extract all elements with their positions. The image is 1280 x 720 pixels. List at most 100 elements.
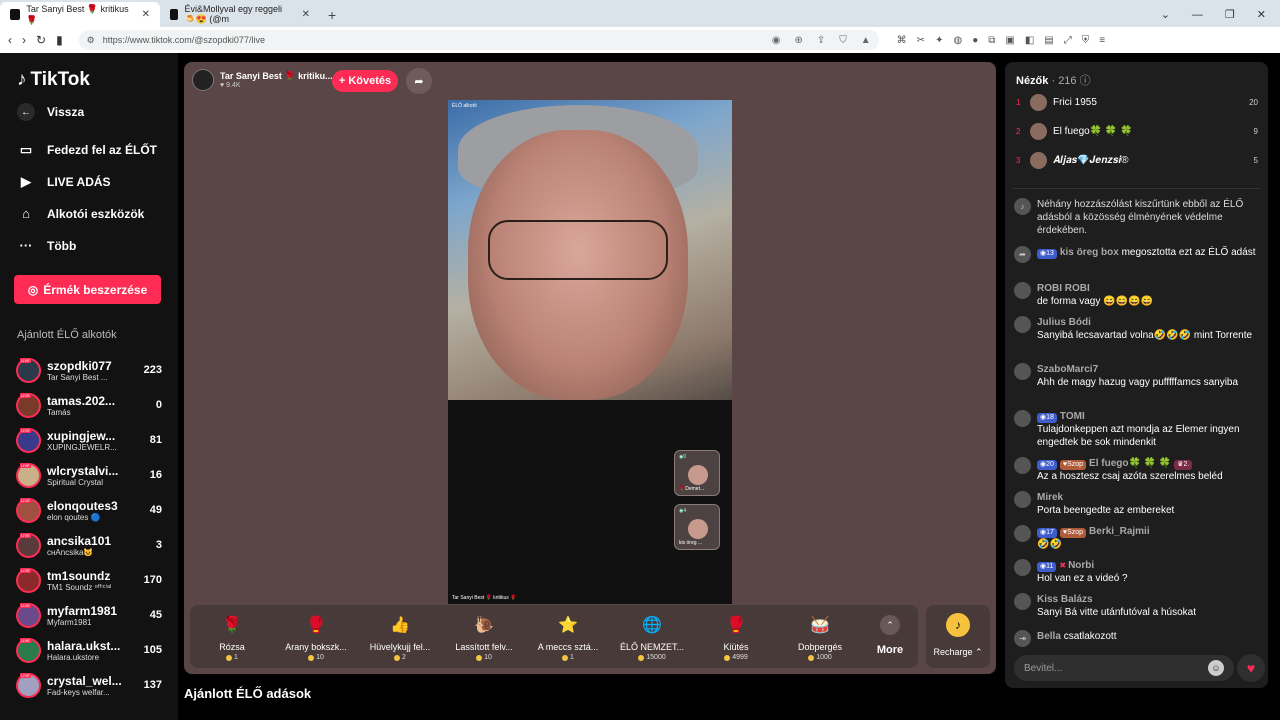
viewer-name: El fuego🍀 🍀 🍀 bbox=[1053, 126, 1133, 137]
user-avatar[interactable] bbox=[1014, 491, 1031, 508]
chat-username[interactable]: Bella bbox=[1037, 631, 1061, 642]
chat-username[interactable]: kis öreg box bbox=[1060, 247, 1119, 258]
chat-username[interactable]: ROBI ROBI bbox=[1037, 283, 1090, 294]
reload-icon[interactable]: ↻ bbox=[36, 33, 46, 47]
extension-icon[interactable]: ● bbox=[972, 35, 978, 46]
nav-creator-tools[interactable]: ⌂ Alkotói eszközök bbox=[17, 206, 144, 221]
extension-icon[interactable]: ⤢ bbox=[1064, 35, 1072, 46]
shield-icon[interactable]: ⛉ bbox=[839, 35, 847, 46]
puzzle-icon[interactable]: ⧉ bbox=[988, 35, 995, 46]
gift-item[interactable]: 🥊 Arany bokszk... 10 bbox=[274, 605, 358, 668]
coin-icon bbox=[394, 654, 401, 661]
forward-icon[interactable]: › bbox=[22, 33, 26, 47]
chat-username[interactable]: SzaboMarci7 bbox=[1037, 364, 1098, 375]
creator-item[interactable]: wlcrystalvi...Spiritual Crystal 16 bbox=[16, 460, 162, 490]
restore-icon[interactable]: ❐ bbox=[1225, 8, 1235, 21]
chat-username[interactable]: Mirek bbox=[1037, 492, 1063, 503]
nav-explore-live[interactable]: ▭ Fedezd fel az ÉLŐT bbox=[17, 142, 157, 158]
top-viewer[interactable]: 2 El fuego🍀 🍀 🍀 9 bbox=[1016, 123, 1258, 140]
user-avatar[interactable] bbox=[1014, 593, 1031, 610]
creator-item[interactable]: szopdki077Tar Sanyi Best ... 223 bbox=[16, 355, 162, 385]
get-coins-button[interactable]: ◎ Érmék beszerzése bbox=[14, 275, 161, 304]
follow-button[interactable]: + Követés bbox=[332, 70, 398, 92]
gift-item[interactable]: 🐌 Lassított felv... 10 bbox=[442, 605, 526, 668]
new-tab-icon[interactable]: + bbox=[320, 2, 344, 27]
creator-name: szopdki077 bbox=[47, 358, 112, 373]
browser-tab[interactable]: Évi&Mollyval egy reggeli 🍮😍 (@m ✕ bbox=[160, 2, 320, 27]
chat-input[interactable]: Bevitel... ☺ bbox=[1014, 655, 1234, 681]
top-viewer[interactable]: 1 Frici 1955 20 bbox=[1016, 94, 1258, 111]
gift-item[interactable]: 🌐 ÉLŐ NEMZET... 15000 bbox=[610, 605, 694, 668]
close-tab-icon[interactable]: ✕ bbox=[142, 9, 150, 20]
nav-live-broadcast[interactable]: ▶ LIVE ADÁS bbox=[17, 174, 111, 190]
bookmark-icon[interactable]: ▮ bbox=[56, 33, 63, 47]
user-avatar[interactable] bbox=[1014, 282, 1031, 299]
share-icon[interactable]: ➦ bbox=[406, 68, 432, 94]
back-link[interactable]: ← Vissza bbox=[17, 103, 84, 121]
tab-search-icon[interactable]: ⌄ bbox=[1161, 8, 1170, 21]
chat-username[interactable]: Julius Bódi bbox=[1037, 317, 1091, 328]
recharge-button[interactable]: ♪ Recharge ⌃ bbox=[926, 605, 990, 668]
user-avatar[interactable] bbox=[1014, 559, 1031, 576]
creator-item[interactable]: ancsika101ᴄнAncsika😺 3 bbox=[16, 530, 162, 560]
translate-icon[interactable]: ⌘ bbox=[897, 35, 907, 46]
wallet-icon[interactable]: ▤ bbox=[1044, 35, 1053, 46]
like-heart-button[interactable]: ♥ bbox=[1237, 654, 1265, 682]
more-gifts-button[interactable]: ⌃ More bbox=[862, 605, 918, 668]
gift-item[interactable]: 🌹 Rózsa 1 bbox=[190, 605, 274, 668]
menu-icon[interactable]: ≡ bbox=[1099, 35, 1105, 46]
gift-price: 15000 bbox=[638, 654, 666, 661]
share-icon[interactable]: ⇪ bbox=[817, 35, 825, 46]
more-label: More bbox=[876, 644, 904, 656]
creator-item[interactable]: xupingjew...XUPINGJEWELR... 81 bbox=[16, 425, 162, 455]
chat-username[interactable]: Norbi bbox=[1068, 560, 1094, 571]
browser-tab-active[interactable]: Tar Sanyi Best 🌹 kritikus 🌹 ✕ bbox=[0, 2, 160, 27]
gift-item[interactable]: 🥁 Dobpergés 1000 bbox=[778, 605, 862, 668]
media-icon[interactable]: ◉ bbox=[772, 35, 781, 46]
extension-icon[interactable]: ◍ bbox=[953, 35, 962, 46]
gift-item[interactable]: 👍 Hüvelykujj fel... 2 bbox=[358, 605, 442, 668]
creator-item[interactable]: tamas.202...Tamás 0 bbox=[16, 390, 162, 420]
close-window-icon[interactable]: ✕ bbox=[1257, 8, 1266, 21]
extension-icon[interactable]: ✂ bbox=[917, 35, 925, 46]
host-info[interactable]: Tar Sanyi Best 🌹 kritiku... ♥ 9.4K bbox=[192, 69, 333, 91]
minimize-icon[interactable]: — bbox=[1192, 9, 1203, 21]
creator-item[interactable]: crystal_wel...Fad-keys welfar... 137 bbox=[16, 670, 162, 700]
extension-icon[interactable]: ✦ bbox=[935, 35, 943, 46]
user-avatar[interactable] bbox=[1014, 410, 1031, 427]
chat-message: Kiss Balázs Sanyi Bá vitte utánfutóval a … bbox=[1014, 593, 1260, 619]
cohost-tile[interactable]: ◉0 🌹Demet... bbox=[674, 450, 720, 496]
house-icon: ⌂ bbox=[22, 206, 30, 221]
creator-item[interactable]: halara.ukst...Halara.ukstore 105 bbox=[16, 635, 162, 665]
help-icon[interactable]: ⓘ bbox=[1080, 75, 1091, 87]
chat-username[interactable]: Kiss Balázs bbox=[1037, 594, 1093, 605]
tiktok-logo[interactable]: ♪ TikTok bbox=[17, 69, 90, 91]
emoji-icon[interactable]: ☺ bbox=[1208, 660, 1224, 676]
user-avatar[interactable] bbox=[1014, 363, 1031, 380]
chat-username[interactable]: El fuego🍀 🍀 🍀 bbox=[1089, 458, 1171, 469]
cohost-tile[interactable]: ◉4 kis öreg ... bbox=[674, 504, 720, 550]
creator-item[interactable]: elonqoutes3elon qoutes 🔵 49 bbox=[16, 495, 162, 525]
sidebar-icon[interactable]: ◧ bbox=[1025, 35, 1034, 46]
zoom-icon[interactable]: ⊕ bbox=[794, 35, 802, 46]
creator-item[interactable]: tm1soundzTM1 Soundz ᵒᶠᶠⁱᶜⁱᵃˡ 170 bbox=[16, 565, 162, 595]
vpn-icon[interactable]: ⛨ bbox=[1082, 35, 1090, 46]
creator-viewer-count: 81 bbox=[149, 434, 162, 446]
address-bar[interactable]: ⚙ https://www.tiktok.com/@szopdki077/liv… bbox=[78, 30, 879, 50]
chat-username[interactable]: Berki_Rajmii bbox=[1089, 526, 1150, 537]
user-avatar[interactable] bbox=[1014, 457, 1031, 474]
host-avatar[interactable] bbox=[192, 69, 214, 91]
extension-icon[interactable]: ▣ bbox=[1005, 35, 1014, 46]
top-viewer[interactable]: 3 𝑨𝒍𝒋𝒂𝒔💎𝑱𝒆𝒏𝒛𝒔𝒊® 5 bbox=[1016, 152, 1258, 169]
site-info-icon[interactable]: ⚙ bbox=[87, 35, 95, 46]
chat-username[interactable]: TOMI bbox=[1060, 411, 1085, 422]
back-icon[interactable]: ‹ bbox=[8, 33, 12, 47]
nav-more[interactable]: ··· Több bbox=[17, 238, 77, 253]
alert-icon[interactable]: ▲ bbox=[861, 35, 871, 46]
gift-item[interactable]: 🥊 Kiütés 4999 bbox=[694, 605, 778, 668]
creator-item[interactable]: myfarm1981Myfarm1981 45 bbox=[16, 600, 162, 630]
gift-item[interactable]: ⭐ A meccs sztá... 1 bbox=[526, 605, 610, 668]
user-avatar[interactable] bbox=[1014, 316, 1031, 333]
close-tab-icon[interactable]: ✕ bbox=[302, 9, 310, 20]
user-avatar[interactable] bbox=[1014, 525, 1031, 542]
